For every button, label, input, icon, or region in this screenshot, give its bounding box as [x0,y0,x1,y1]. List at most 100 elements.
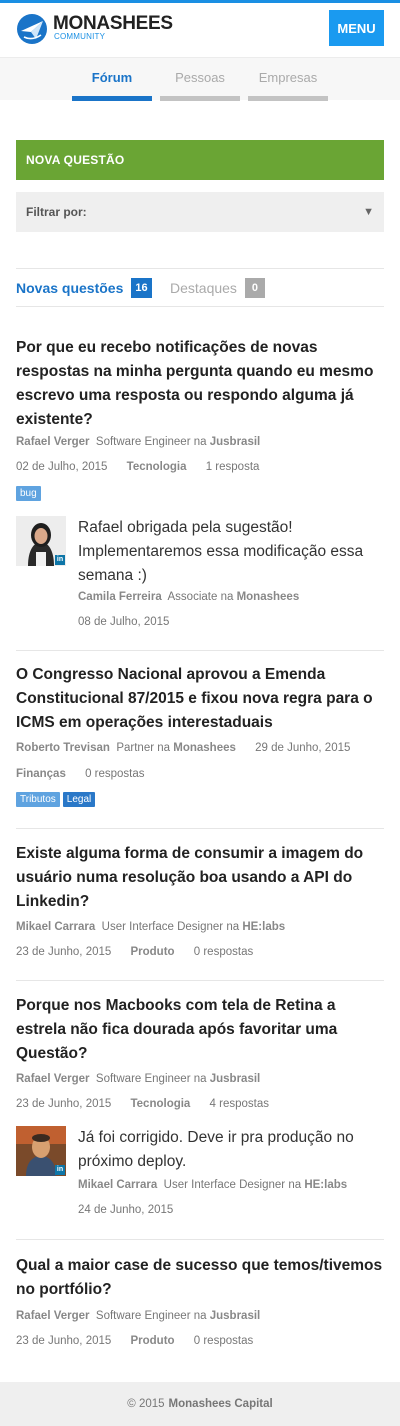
tab-underline [72,96,152,101]
author-company[interactable]: Monashees [237,591,300,603]
tab-empresas[interactable]: Empresas [248,58,328,101]
author-role: Associate [167,591,218,603]
question-item: Existe alguma forma de consumir a imagem… [16,842,384,958]
answer-text: Rafael obrigada pela sugestão! Implement… [78,519,364,584]
question-category[interactable]: Produto [130,946,174,958]
author-role: Software Engineer [95,1073,191,1085]
author-connector: na [288,1179,302,1191]
author-name[interactable]: Mikael Carrara [78,1179,157,1191]
tag[interactable]: Legal [62,792,96,807]
author-role: Partner [116,742,155,754]
answer-text: Já foi corrigido. Deve ir pra produção n… [78,1129,354,1170]
author-company[interactable]: HE:labs [304,1179,347,1191]
new-question-button[interactable]: NOVA QUESTÃO [16,140,384,180]
author-name[interactable]: Rafael Verger [16,1310,90,1322]
author-connector: na [226,921,240,933]
tab-label: Novas questões [16,280,124,296]
question-author-line: Mikael Carrara User Interface Designer n… [16,920,285,934]
question-category[interactable]: Tecnologia [127,461,187,473]
question-item: Qual a maior case de sucesso que temos/t… [16,1254,384,1347]
monashees-logo-icon[interactable] [16,13,48,45]
question-author-line: Rafael Verger Software Engineer na Jusbr… [16,435,260,449]
author-company[interactable]: HE:labs [242,921,285,933]
linkedin-icon: in [55,555,65,565]
author-connector: na [220,591,234,603]
tag-list: bug [16,486,41,501]
tab-forum[interactable]: Fórum [72,58,152,101]
tab-pessoas[interactable]: Pessoas [160,58,240,101]
tag-list: Tributos Legal [16,792,96,807]
divider [16,650,384,651]
chevron-down-icon: ▼ [363,206,374,218]
question-category[interactable]: Finanças [16,768,66,780]
question-title[interactable]: Por que eu recebo notificações de novas … [16,336,384,432]
tab-label: Pessoas [175,70,225,85]
copyright-text: © 2015 [127,1398,165,1410]
answer-date: 08 de Julho, 2015 [78,616,170,628]
author-company[interactable]: Monashees [173,742,236,754]
question-category[interactable]: Tecnologia [130,1098,190,1110]
author-name[interactable]: Rafael Verger [16,436,90,448]
question-author-line: Roberto Trevisan Partner na Monashees 29… [16,741,350,755]
question-author-line: Rafael Verger Software Engineer na Jusbr… [16,1309,260,1323]
author-company[interactable]: Jusbrasil [210,1073,261,1085]
question-title[interactable]: O Congresso Nacional aprovou a Emenda Co… [16,663,384,735]
answer-count[interactable]: 1 resposta [206,461,260,473]
count-badge: 0 [244,278,265,298]
tag[interactable]: Tributos [16,792,60,807]
divider [16,980,384,981]
author-role: Software Engineer [95,1310,191,1322]
tab-label: Empresas [258,70,318,85]
answer-count[interactable]: 0 respostas [194,946,253,958]
filter-select[interactable]: Filtrar por: ▼ [16,192,384,232]
author-name[interactable]: Camila Ferreira [78,591,162,603]
linkedin-icon: in [55,1165,65,1175]
author-name[interactable]: Mikael Carrara [16,921,95,933]
question-details-line: 02 de Julho, 2015 Tecnologia 1 resposta [16,460,259,474]
divider [16,828,384,829]
question-title[interactable]: Qual a maior case de sucesso que temos/t… [16,1254,384,1302]
count-badge: 16 [131,278,152,298]
question-title[interactable]: Existe alguma forma de consumir a imagem… [16,842,384,914]
avatar[interactable]: in [16,516,66,566]
answer-count[interactable]: 0 respostas [85,768,144,780]
question-details-line: Finanças 0 respostas [16,767,145,781]
divider [16,268,384,269]
tab-new-questions[interactable]: Novas questões 16 [16,278,152,298]
author-connector: na [157,742,171,754]
answer-count[interactable]: 0 respostas [194,1335,253,1347]
tag[interactable]: bug [16,486,41,501]
author-company[interactable]: Jusbrasil [210,1310,261,1322]
answer-author-line: Camila Ferreira Associate na Monashees [78,590,299,604]
tab-highlights[interactable]: Destaques 0 [170,278,265,298]
author-name[interactable]: Roberto Trevisan [16,742,110,754]
question-author-line: Rafael Verger Software Engineer na Jusbr… [16,1072,260,1086]
question-date: 23 de Junho, 2015 [16,1098,112,1110]
author-name[interactable]: Rafael Verger [16,1073,90,1085]
app-header: MONASHEES COMMUNITY MENU [0,3,400,57]
divider [16,1239,384,1240]
question-item: Porque nos Macbooks com tela de Retina a… [16,994,384,1216]
footer-company: Monashees Capital [168,1398,273,1410]
author-role: Software Engineer [95,436,191,448]
question-date: 02 de Julho, 2015 [16,461,108,473]
author-role: User Interface Designer [163,1179,286,1191]
question-details-line: 23 de Junho, 2015 Produto 0 respostas [16,1334,253,1348]
tab-underline [160,96,240,101]
question-date: 29 de Junho, 2015 [255,742,351,754]
author-connector: na [193,1073,207,1085]
question-item: Por que eu recebo notificações de novas … [16,336,384,628]
brand-name: MONASHEES [53,13,173,34]
tab-underline [248,96,328,101]
divider [16,306,384,307]
author-company[interactable]: Jusbrasil [210,436,261,448]
author-connector: na [193,1310,207,1322]
question-category[interactable]: Produto [130,1335,174,1347]
answer-date: 24 de Junho, 2015 [78,1204,174,1216]
author-connector: na [193,436,207,448]
author-role: User Interface Designer [101,921,224,933]
answer-count[interactable]: 4 respostas [210,1098,269,1110]
question-title[interactable]: Porque nos Macbooks com tela de Retina a… [16,994,384,1066]
menu-button[interactable]: MENU [329,10,384,46]
avatar[interactable]: in [16,1126,66,1176]
